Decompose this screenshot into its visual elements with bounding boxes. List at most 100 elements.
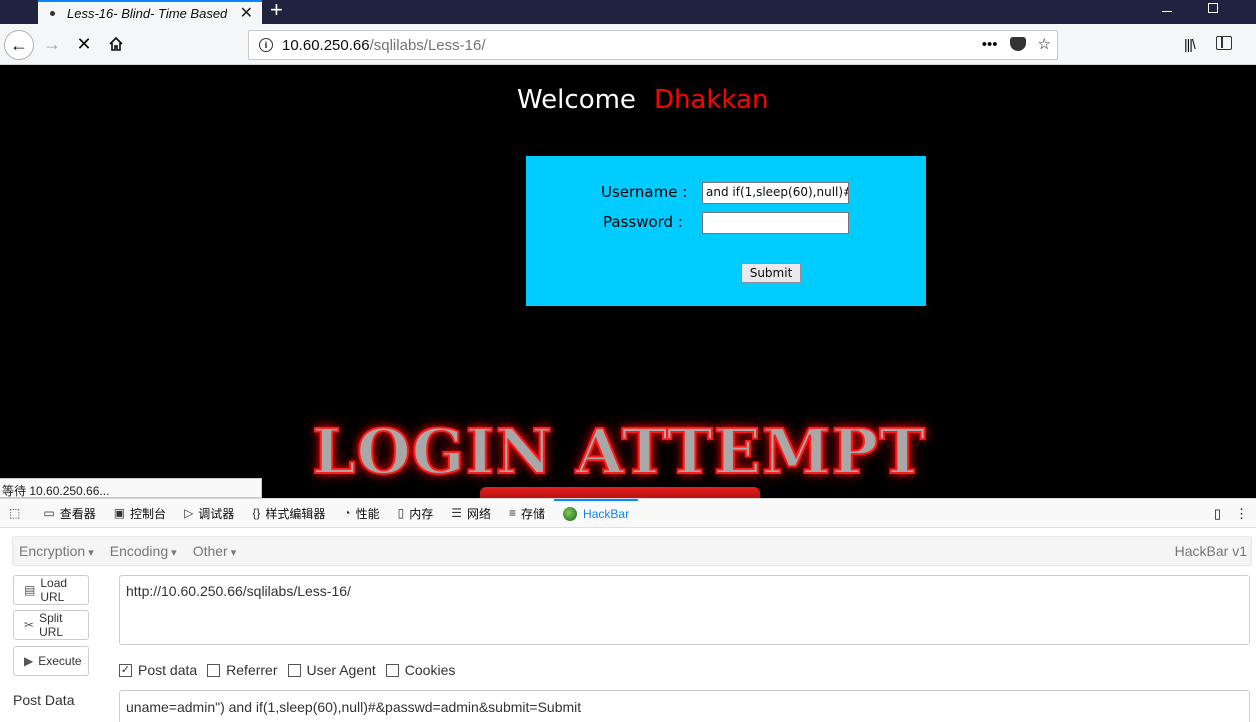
home-button[interactable] <box>104 32 128 56</box>
inspector-icon: ▭ <box>43 506 55 520</box>
other-dropdown[interactable]: Other <box>187 543 243 559</box>
referrer-checkbox[interactable] <box>207 663 221 677</box>
forward-button[interactable]: → <box>40 32 64 56</box>
post-data-option[interactable]: ✓ Post data <box>119 662 197 678</box>
tab-label: 存储 <box>521 506 546 521</box>
welcome-heading: Welcome Dhakkan <box>517 85 768 115</box>
button-label: Split URL <box>39 611 64 639</box>
play-icon: ▶ <box>24 654 34 668</box>
site-info-icon[interactable]: i <box>259 38 273 52</box>
hackbar-menu: Encryption Encoding Other HackBar v1 <box>12 536 1252 566</box>
welcome-name: Dhakkan <box>653 85 769 115</box>
button-label: Execute <box>38 654 82 668</box>
option-label: Referrer <box>226 662 278 678</box>
web-page: Welcome Dhakkan Username : and if(1,sleep… <box>0 65 1256 498</box>
welcome-text: Welcome <box>517 85 636 115</box>
tab-label: 性能 <box>355 506 380 521</box>
dock-toggle-icon[interactable]: ▯ <box>1214 506 1221 522</box>
address-url: 10.60.250.66/sqlilabs/Less-16/ <box>282 37 486 54</box>
devtools-menu-icon[interactable]: ⋮ <box>1235 506 1248 522</box>
tab-memory[interactable]: ▯ 内存 <box>389 499 443 528</box>
tab-label: 查看器 <box>59 506 96 521</box>
address-bar[interactable]: i 10.60.250.66/sqlilabs/Less-16/ ••• ☆ <box>248 30 1058 60</box>
element-picker-button[interactable]: ⬚ <box>0 499 34 528</box>
pocket-icon[interactable] <box>1009 37 1026 51</box>
tab-label: HackBar <box>583 507 630 521</box>
cookies-checkbox[interactable] <box>385 663 399 677</box>
tab-inspector[interactable]: ▭ 查看器 <box>34 499 104 528</box>
memory-icon: ▯ <box>397 506 405 520</box>
tab-performance[interactable]: ◔ 性能 <box>334 499 388 528</box>
bookmark-star-icon[interactable]: ☆ <box>1038 35 1051 53</box>
load-url-icon: ▤ <box>24 583 36 597</box>
tab-label: 网络 <box>467 506 492 521</box>
login-attempt-banner: LOGIN ATTEMPT <box>311 414 927 489</box>
tab-style-editor[interactable]: {} 样式编辑器 <box>243 499 334 528</box>
user-agent-option[interactable]: User Agent <box>287 662 376 678</box>
maximize-icon[interactable] <box>1208 3 1218 13</box>
user-agent-checkbox[interactable] <box>287 663 301 677</box>
browser-tab[interactable]: Less-16- Blind- Time Based- ✕ <box>38 0 262 24</box>
banner-decoration <box>480 487 760 498</box>
login-form: Username : and if(1,sleep(60),null)# Pas… <box>526 156 926 306</box>
storage-icon: ≡ <box>509 506 517 520</box>
option-label: Cookies <box>404 662 456 678</box>
pick-element-icon: ⬚ <box>9 506 21 520</box>
request-options: ✓ Post data Referrer User Agent Cookies <box>119 662 455 678</box>
devtools-toolbar: ⬚ ▭ 查看器 ▣ 控制台 ▷ 调试器 {} 样式编辑器 ◔ 性能 ▯ 内存 ☰ 网络 ≡ 存储… <box>0 498 1256 528</box>
post-data-textarea[interactable]: uname=admin") and if(1,sleep(60),null)#&… <box>119 690 1250 722</box>
username-input[interactable]: and if(1,sleep(60),null)# <box>702 182 849 204</box>
cookies-option[interactable]: Cookies <box>385 662 456 678</box>
load-url-button[interactable]: ▤ Load URL <box>13 575 89 605</box>
url-host: 10.60.250.66 <box>282 36 370 54</box>
tab-debugger[interactable]: ▷ 调试器 <box>175 499 243 528</box>
minimize-icon[interactable] <box>1162 11 1172 12</box>
tab-label: 调试器 <box>198 506 235 521</box>
library-icon[interactable]: |||\ <box>1184 36 1196 52</box>
encoding-dropdown[interactable]: Encoding <box>104 543 183 559</box>
username-label: Username : <box>601 183 688 201</box>
execute-button[interactable]: ▶ Execute <box>13 646 89 676</box>
post-data-checkbox[interactable]: ✓ <box>119 663 132 677</box>
console-icon: ▣ <box>113 506 126 520</box>
option-label: Post data <box>138 662 198 678</box>
new-tab-icon[interactable]: + <box>270 0 283 23</box>
referrer-option[interactable]: Referrer <box>207 662 278 678</box>
password-label: Password : <box>603 213 683 231</box>
sidebar-icon[interactable] <box>1216 36 1232 50</box>
split-url-button[interactable]: ✂ Split URL <box>13 610 89 640</box>
tab-hackbar[interactable]: HackBar <box>554 498 639 528</box>
button-label: Load URL <box>40 576 68 604</box>
tab-console[interactable]: ▣ 控制台 <box>105 499 175 528</box>
option-label: User Agent <box>306 662 376 678</box>
scissors-icon: ✂ <box>24 618 35 632</box>
performance-icon: ◔ <box>343 506 351 520</box>
tab-label: 内存 <box>409 506 434 521</box>
tab-network[interactable]: ☰ 网络 <box>442 499 500 528</box>
hackbar-version: HackBar v1 <box>1174 543 1247 559</box>
tab-strip: Less-16- Blind- Time Based- ✕ + <box>0 0 1256 24</box>
loading-indicator-icon <box>50 10 55 16</box>
tab-title: Less-16- Blind- Time Based- <box>67 5 227 21</box>
submit-button[interactable]: Submit <box>741 263 801 283</box>
page-actions-icon[interactable]: ••• <box>982 36 998 53</box>
hackbar-icon <box>563 507 578 521</box>
encryption-dropdown[interactable]: Encryption <box>13 543 100 559</box>
back-button[interactable]: ← <box>4 30 34 60</box>
tab-storage[interactable]: ≡ 存储 <box>500 499 554 528</box>
debugger-icon: ▷ <box>184 506 194 520</box>
status-bar: 等待 10.60.250.66... <box>0 478 262 498</box>
tab-label: 样式编辑器 <box>265 506 326 521</box>
style-editor-icon: {} <box>252 506 261 520</box>
hackbar-panel: Encryption Encoding Other HackBar v1 ▤ Lo… <box>0 528 1256 722</box>
url-textarea[interactable]: http://10.60.250.66/sqlilabs/Less-16/ <box>119 575 1250 645</box>
close-tab-icon[interactable]: ✕ <box>240 3 253 23</box>
tab-label: 控制台 <box>130 506 167 521</box>
stop-loading-button[interactable]: ✕ <box>72 32 96 56</box>
password-input[interactable] <box>702 212 849 234</box>
navigation-bar: ← → ✕ i 10.60.250.66/sqlilabs/Less-16/ •… <box>0 24 1256 65</box>
network-icon: ☰ <box>451 506 462 520</box>
url-path: /sqlilabs/Less-16/ <box>369 36 486 54</box>
home-icon <box>109 36 123 51</box>
post-data-label: Post Data <box>13 692 75 708</box>
